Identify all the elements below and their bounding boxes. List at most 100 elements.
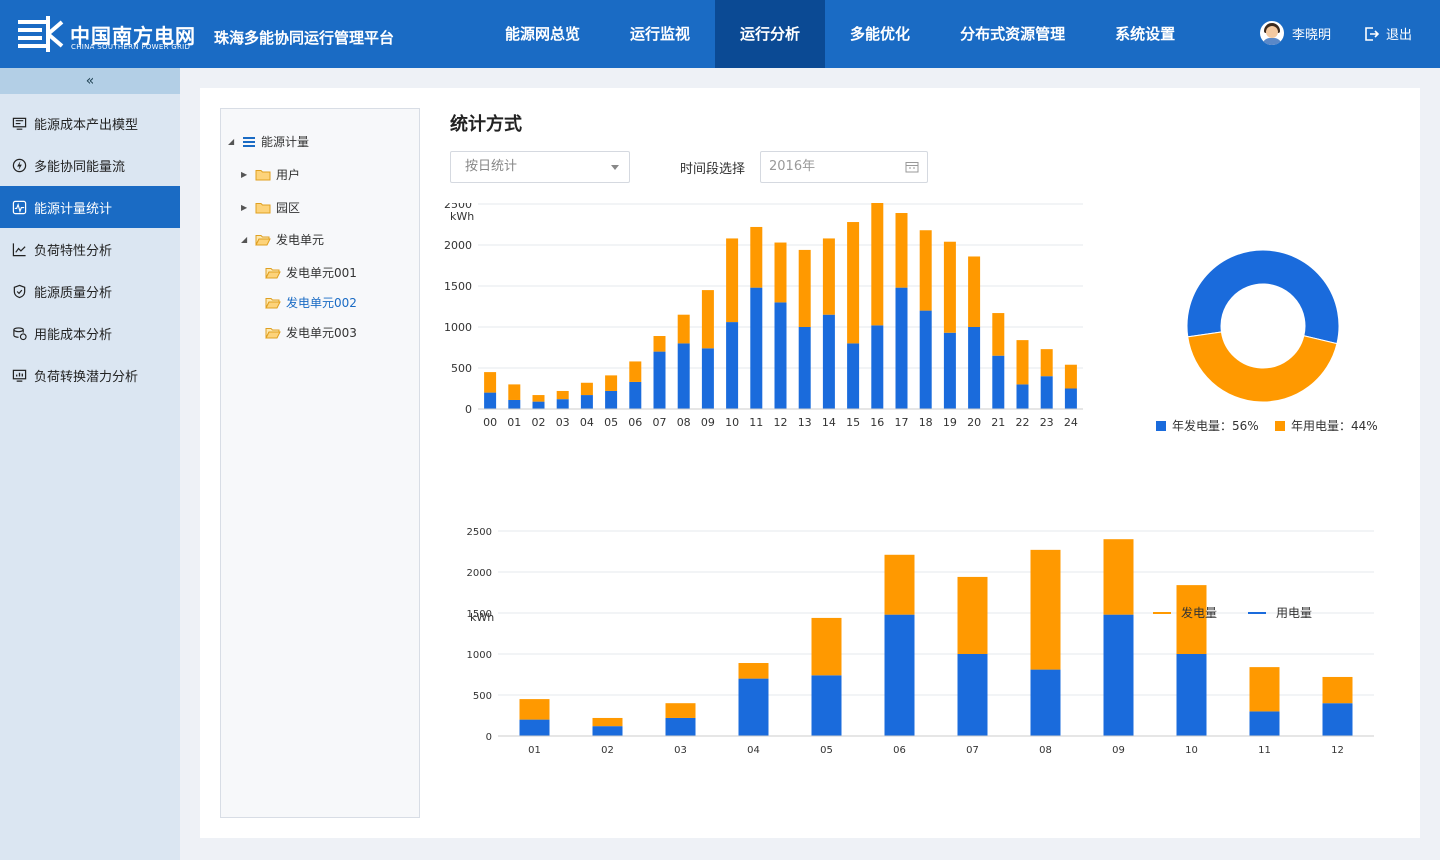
tree-node-generation-units[interactable]: ◢ 发电单元 xyxy=(241,231,324,248)
tree-collapsed-icon[interactable]: ▶ xyxy=(241,203,251,212)
tree-collapsed-icon[interactable]: ▶ xyxy=(241,170,251,179)
bar-segment xyxy=(726,238,739,323)
nav-system-settings[interactable]: 系统设置 xyxy=(1090,0,1200,68)
tree-node-park[interactable]: ▶ 园区 xyxy=(241,199,300,216)
x-tick-label: 05 xyxy=(604,416,618,429)
x-tick-label: 21 xyxy=(991,416,1005,429)
bar-segment xyxy=(822,238,835,315)
legend-label: 年发电量：56% xyxy=(1172,418,1259,433)
sidebar-item-cost-output-model[interactable]: 能源成本产出模型 xyxy=(0,102,180,144)
sidebar-item-energy-flow[interactable]: 多能协同能量流 xyxy=(0,144,180,186)
y-axis-unit-label: kWh xyxy=(450,210,474,223)
y-tick-label: 500 xyxy=(451,362,472,375)
sidebar-item-energy-cost[interactable]: 用能成本分析 xyxy=(0,312,180,354)
bar-segment xyxy=(508,399,521,409)
main-panel: ◢ 能源计量 ▶ 用户 ▶ 园区 ◢ 发电单元 发电单元001 发电单元002 xyxy=(200,88,1420,838)
energy-flow-icon xyxy=(12,158,27,172)
x-tick-label: 11 xyxy=(749,416,763,429)
x-tick-label: 02 xyxy=(532,416,546,429)
nav-operation-monitor[interactable]: 运行监视 xyxy=(605,0,715,68)
bar-segment xyxy=(884,554,915,615)
nav-distributed-resources[interactable]: 分布式资源管理 xyxy=(935,0,1090,68)
legend-marker xyxy=(1156,421,1166,431)
x-tick-label: 10 xyxy=(1185,745,1198,756)
y-tick-label: 1500 xyxy=(444,280,472,293)
user-name: 李晓明 xyxy=(1292,27,1332,43)
bar-segment xyxy=(605,390,618,409)
y-tick-label: 1000 xyxy=(444,321,472,334)
bar-segment xyxy=(1030,549,1061,670)
nav-energy-overview[interactable]: 能源网总览 xyxy=(480,0,605,68)
x-tick-label: 23 xyxy=(1040,416,1054,429)
bar-segment xyxy=(677,343,690,409)
bar-segment xyxy=(1016,384,1029,409)
tree-node-label: 发电单元 xyxy=(276,233,325,247)
nav-multi-energy-optimization[interactable]: 多能优化 xyxy=(825,0,935,68)
bar-segment xyxy=(1249,711,1280,736)
bar-segment xyxy=(1040,376,1053,409)
sidebar-collapse-button[interactable]: « xyxy=(0,68,180,94)
y-tick-label: 0 xyxy=(486,732,492,743)
bar-segment xyxy=(847,343,860,409)
y-tick-label: 2000 xyxy=(444,239,472,252)
tree-expanded-icon[interactable]: ◢ xyxy=(241,235,251,244)
period-date-input[interactable]: 2016年 xyxy=(760,151,928,183)
legend-label: 用电量 xyxy=(1276,606,1312,620)
sidebar-item-label: 能源成本产出模型 xyxy=(34,117,139,133)
donut-slice xyxy=(1186,249,1340,345)
logout-button[interactable]: 退出 xyxy=(1364,24,1412,43)
folder-icon xyxy=(265,327,281,338)
x-tick-label: 13 xyxy=(798,416,812,429)
chevron-down-icon xyxy=(611,165,619,170)
bar-segment xyxy=(1103,614,1134,736)
tree-node-gen-unit-003[interactable]: 发电单元003 xyxy=(265,324,357,341)
bar-segment xyxy=(484,392,497,409)
bar-segment xyxy=(943,332,956,409)
bar-segment xyxy=(968,327,981,409)
sidebar-item-load-conversion[interactable]: 负荷转换潜力分析 xyxy=(0,354,180,396)
sidebar-item-energy-quality[interactable]: 能源质量分析 xyxy=(0,270,180,312)
bar-segment xyxy=(822,314,835,409)
tree-node-label: 园区 xyxy=(276,201,301,215)
calendar-icon xyxy=(905,162,919,173)
avatar xyxy=(1260,21,1284,45)
tree-node-label: 发电单元002 xyxy=(286,296,357,310)
x-tick-label: 01 xyxy=(528,745,541,756)
bar-segment xyxy=(992,313,1005,356)
bar-segment xyxy=(556,390,569,400)
tree-node-gen-unit-002[interactable]: 发电单元002 xyxy=(265,294,357,311)
user-profile[interactable]: 李晓明 xyxy=(1260,21,1331,45)
sidebar-item-label: 用能成本分析 xyxy=(34,327,113,343)
bar-segment xyxy=(943,241,956,333)
x-tick-label: 01 xyxy=(507,416,521,429)
bar-segment xyxy=(653,336,666,352)
x-tick-label: 04 xyxy=(580,416,594,429)
bar-segment xyxy=(884,614,915,736)
x-tick-label: 05 xyxy=(820,745,833,756)
folder-open-icon xyxy=(255,234,271,245)
bar-segment xyxy=(798,249,811,327)
tree-node-root[interactable]: ◢ 能源计量 xyxy=(228,133,309,150)
bar-segment xyxy=(895,287,908,409)
tree-node-user[interactable]: ▶ 用户 xyxy=(241,166,300,183)
sidebar-item-load-characteristics[interactable]: 负荷特性分析 xyxy=(0,228,180,270)
tree-expanded-icon[interactable]: ◢ xyxy=(228,137,238,146)
bar-segment xyxy=(738,678,769,736)
bar-segment xyxy=(1040,349,1053,377)
bar-segment xyxy=(1322,703,1353,736)
statistics-mode-select[interactable]: 按日统计 xyxy=(450,151,630,183)
sidebar-item-label: 能源质量分析 xyxy=(34,285,113,301)
x-tick-label: 04 xyxy=(747,745,760,756)
sidebar-item-metering-stats[interactable]: 能源计量统计 xyxy=(0,186,180,228)
bar-segment xyxy=(556,399,569,409)
bar-segment xyxy=(508,384,521,400)
x-tick-label: 19 xyxy=(943,416,957,429)
bar-segment xyxy=(532,401,545,409)
bar-segment xyxy=(919,310,932,409)
x-tick-label: 03 xyxy=(674,745,687,756)
nav-operation-analysis[interactable]: 运行分析 xyxy=(715,0,826,68)
tree-node-gen-unit-001[interactable]: 发电单元001 xyxy=(265,264,357,281)
sidebar-item-label: 负荷特性分析 xyxy=(34,243,113,259)
x-tick-label: 16 xyxy=(870,416,884,429)
x-tick-label: 07 xyxy=(966,745,979,756)
